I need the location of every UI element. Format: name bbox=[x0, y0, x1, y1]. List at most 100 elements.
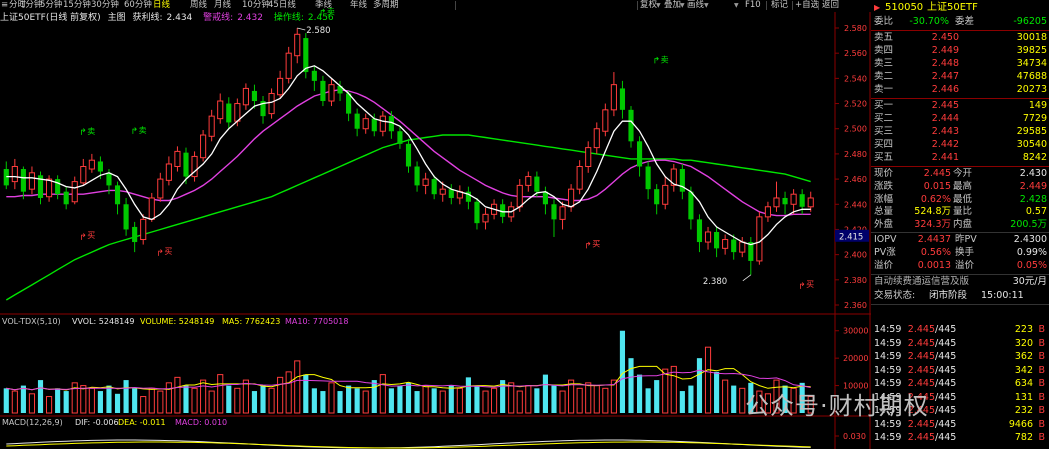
ask-price: 2.448 bbox=[931, 58, 959, 69]
candle-body bbox=[208, 115, 215, 137]
tick-volume: 782 bbox=[1014, 432, 1033, 443]
ask-label: 卖一 bbox=[874, 84, 894, 95]
divider bbox=[871, 98, 1049, 99]
volume-bar bbox=[388, 388, 394, 413]
candle-body bbox=[63, 191, 69, 205]
bid-label: 买四 bbox=[874, 139, 894, 150]
tick-side: B bbox=[1038, 418, 1045, 430]
volume-bar bbox=[516, 390, 523, 414]
candle-body bbox=[294, 33, 301, 57]
bid-label: 买三 bbox=[874, 126, 894, 137]
ask-volume: 20273 bbox=[1016, 84, 1047, 95]
candle-body bbox=[636, 141, 643, 167]
chart-canvas[interactable]: 2.580 2.560 2.540 2.520 2.500 2.480 2.460 2.440… bbox=[0, 0, 871, 449]
arrow-right-icon: ▶ bbox=[874, 3, 881, 12]
vol-pane-label: VOL-TDX(5,10) bbox=[2, 317, 61, 326]
volume-bar bbox=[88, 387, 95, 414]
stat-value: 2.430 bbox=[1019, 168, 1047, 179]
candle-body bbox=[414, 166, 420, 186]
candle-body bbox=[251, 90, 258, 102]
volume-bar bbox=[208, 390, 215, 414]
stat-value: 0.015 bbox=[923, 180, 951, 192]
bid-price: 2.444 bbox=[931, 113, 959, 124]
tick-row: 14:59 2.445/445 320 B bbox=[871, 338, 1049, 350]
candle-body bbox=[799, 194, 805, 207]
divider bbox=[871, 232, 1049, 233]
weicha-label: 委差 bbox=[955, 16, 975, 27]
volume-bar bbox=[670, 365, 677, 414]
candle-body bbox=[654, 189, 660, 205]
iopv-label: 昨PV bbox=[955, 234, 977, 245]
volume-bar bbox=[379, 374, 386, 414]
candle-body bbox=[790, 193, 797, 205]
volume-tick-label: 20000 bbox=[843, 354, 868, 363]
candle-body bbox=[576, 166, 583, 190]
candle-body bbox=[559, 206, 566, 220]
volume-bar bbox=[320, 391, 326, 413]
bid-row: 买五 2.441 8242 bbox=[871, 152, 1049, 164]
stat-label: 最低 bbox=[953, 193, 973, 205]
stat-label: 量比 bbox=[953, 206, 973, 218]
sell-arrow-icon: ↱ bbox=[319, 8, 327, 18]
sell-marker-label: 卖 bbox=[661, 55, 669, 64]
candle-body bbox=[379, 115, 386, 132]
high-annotation: 2.580 bbox=[306, 26, 330, 36]
price-tick-label: 2.540 bbox=[844, 74, 867, 83]
volume-bar bbox=[405, 382, 412, 413]
bid-label: 买一 bbox=[874, 100, 894, 111]
candle-body bbox=[773, 197, 780, 208]
candle-body bbox=[217, 100, 224, 120]
volume-bar bbox=[37, 380, 44, 413]
tick-row: 14:59 2.445/445 362 B bbox=[871, 351, 1049, 363]
volume-bar bbox=[11, 390, 18, 414]
volume-bar bbox=[722, 379, 729, 414]
ad-text[interactable]: 自动续费通运信营及版 bbox=[874, 276, 969, 288]
tick-time: 14:59 bbox=[874, 432, 902, 443]
iopv-label: 溢价 bbox=[955, 260, 975, 271]
quote-panel: ▶ 510050 上证50ETF 委比 -30.70% 委差 -96205 卖五 2.450 30… bbox=[871, 0, 1049, 449]
candle-body bbox=[174, 150, 181, 168]
tick-time: 14:59 bbox=[874, 351, 902, 362]
tick-price: 2.445 bbox=[907, 432, 935, 443]
vvol-label: VVOL: 5248149 bbox=[72, 317, 134, 326]
ad-row[interactable]: 自动续费通运信营及版 30元/月 bbox=[871, 276, 1049, 288]
volume-bar bbox=[662, 368, 669, 414]
tick-row: 14:59 2.445/445 223 B bbox=[871, 324, 1049, 336]
tick-mark: /445 bbox=[935, 324, 957, 335]
price-tick-label: 2.500 bbox=[844, 125, 867, 134]
volume-bar bbox=[465, 377, 471, 413]
stat-label: 现价 bbox=[874, 168, 894, 179]
volume-bar bbox=[362, 390, 369, 414]
dif-line bbox=[6, 439, 811, 449]
tick-mark: /445 bbox=[935, 364, 957, 376]
volume-bar bbox=[542, 374, 548, 413]
candle-body bbox=[132, 226, 138, 243]
tick-side: B bbox=[1038, 364, 1045, 376]
bid-label: 买二 bbox=[874, 113, 894, 124]
volume-bar bbox=[3, 388, 9, 413]
volume-bar bbox=[559, 390, 566, 414]
candle-body bbox=[200, 134, 207, 159]
tick-volume: 342 bbox=[1014, 364, 1033, 376]
candle-body bbox=[148, 197, 155, 220]
ask-row: 卖三 2.448 34734 bbox=[871, 58, 1049, 70]
volume-bar bbox=[346, 385, 352, 413]
stat-row: 总量 524.8万 量比 0.57 bbox=[871, 206, 1049, 218]
volume-bar bbox=[576, 387, 583, 414]
stat-value: 524.8万 bbox=[914, 206, 951, 218]
ask-price: 2.447 bbox=[931, 71, 959, 82]
sell-marker-label: 卖 bbox=[139, 126, 147, 135]
price-tick-label: 2.380 bbox=[844, 276, 867, 285]
volume-bar bbox=[593, 385, 600, 414]
ad-price[interactable]: 30元/月 bbox=[989, 276, 1047, 288]
volume-bar bbox=[456, 387, 463, 414]
sell-arrow-icon: ↱ bbox=[653, 56, 661, 66]
volume-bar bbox=[619, 330, 626, 413]
candle-body bbox=[234, 103, 241, 122]
price-tick-label: 2.460 bbox=[844, 175, 867, 184]
volume-bar bbox=[46, 396, 53, 414]
ask-row: 卖四 2.449 39825 bbox=[871, 45, 1049, 57]
stat-value: 0.57 bbox=[1025, 206, 1047, 218]
price-tick-label: 2.480 bbox=[844, 150, 867, 159]
candle-body bbox=[731, 239, 737, 253]
